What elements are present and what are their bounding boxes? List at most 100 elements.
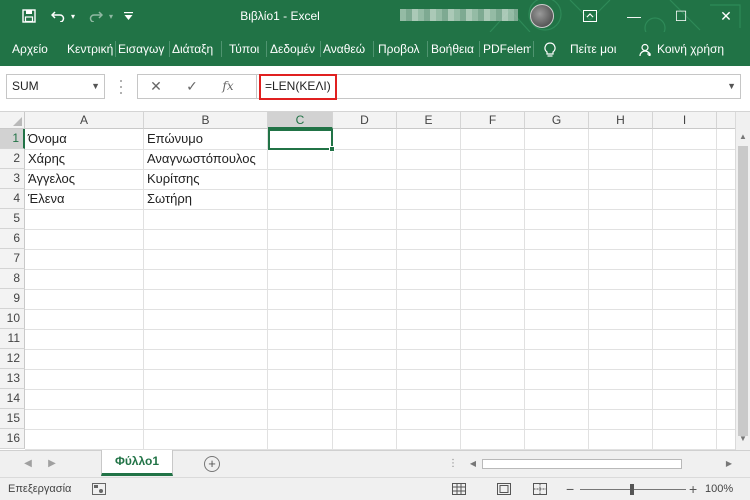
select-all-button[interactable] [0, 112, 25, 129]
sheet-next-icon[interactable]: ▶ [44, 455, 60, 473]
row-header-16[interactable]: 16 [0, 429, 25, 449]
name-box-dropdown-icon[interactable]: ▼ [91, 75, 100, 98]
status-mode: Επεξεργασία [8, 483, 72, 495]
row-header-14[interactable]: 14 [0, 389, 25, 409]
ribbon-display-icon[interactable] [578, 0, 602, 32]
tab-divider [533, 41, 534, 57]
macro-record-icon[interactable] [92, 483, 106, 495]
cell-b4[interactable]: Σωτήρη [144, 189, 267, 209]
tab-home[interactable]: Κεντρική [67, 32, 113, 66]
sheet-tab-1[interactable]: Φύλλο1 [101, 450, 173, 476]
horizontal-scrollbar[interactable]: ◀ ▶ [466, 457, 736, 471]
expand-formula-bar-icon[interactable]: ▼ [727, 75, 736, 98]
tab-insert[interactable]: Εισαγωγ [118, 32, 164, 66]
row-header-11[interactable]: 11 [0, 329, 25, 349]
share-button[interactable]: Κοινή χρήση [657, 32, 724, 66]
row-header-6[interactable]: 6 [0, 229, 25, 249]
maximize-button[interactable]: ☐ [669, 0, 693, 32]
row-header-13[interactable]: 13 [0, 369, 25, 389]
normal-view-icon[interactable] [452, 483, 466, 495]
row-header-3[interactable]: 3 [0, 169, 25, 189]
cell-a1[interactable]: Όνομα [25, 129, 143, 149]
row-header-15[interactable]: 15 [0, 409, 25, 429]
tab-file[interactable]: Αρχείο [12, 32, 48, 66]
column-header-i[interactable]: I [653, 112, 717, 129]
minimize-button[interactable]: — [622, 0, 646, 32]
enter-formula-button[interactable]: ✓ [178, 74, 206, 99]
tab-formulas[interactable]: Τύποι [229, 32, 259, 66]
tab-divider [320, 41, 321, 57]
vertical-scrollbar[interactable]: ▲ ▼ [735, 112, 750, 450]
column-header-b[interactable]: B [144, 112, 268, 129]
page-layout-view-icon[interactable] [497, 483, 511, 495]
cell-b2[interactable]: Αναγνωστόπουλος [144, 149, 267, 169]
tab-data[interactable]: Δεδομέν [270, 32, 315, 66]
tab-page-layout[interactable]: Διάταξη [172, 32, 213, 66]
gridline [25, 329, 735, 330]
worksheet-grid[interactable]: A B C D E F G H I 1 2 3 4 5 6 7 8 9 10 1… [0, 112, 735, 450]
zoom-out-button[interactable]: − [566, 478, 574, 500]
row-header-1[interactable]: 1 [0, 129, 25, 149]
sheet-prev-icon[interactable]: ◀ [20, 455, 36, 473]
page-break-view-icon[interactable] [533, 483, 547, 495]
close-button[interactable]: ✕ [714, 0, 738, 32]
fill-handle[interactable] [329, 146, 335, 152]
tell-me-search[interactable]: Πείτε μοι [570, 32, 616, 66]
tab-pdfelement[interactable]: PDFelem [483, 32, 531, 66]
horizontal-scroll-thumb[interactable] [482, 459, 682, 469]
formula-bar-resize-handle[interactable] [119, 78, 123, 96]
column-header-c[interactable]: C [268, 112, 333, 129]
cell-a2[interactable]: Χάρης [25, 149, 143, 169]
tab-help[interactable]: Βοήθεια [431, 32, 474, 66]
column-header-partial[interactable] [717, 112, 735, 129]
insert-function-button[interactable]: fx [214, 74, 242, 99]
vertical-scroll-thumb[interactable] [738, 146, 748, 436]
cancel-formula-button[interactable]: ✕ [142, 74, 170, 99]
add-sheet-button[interactable]: + [204, 456, 220, 472]
column-header-d[interactable]: D [333, 112, 397, 129]
column-header-e[interactable]: E [397, 112, 461, 129]
tab-view[interactable]: Προβολ [378, 32, 420, 66]
row-header-4[interactable]: 4 [0, 189, 25, 209]
scroll-right-icon[interactable]: ▶ [722, 457, 736, 471]
column-header-h[interactable]: H [589, 112, 653, 129]
row-header-2[interactable]: 2 [0, 149, 25, 169]
active-cell-c1[interactable] [268, 129, 335, 152]
formula-text-highlighted[interactable]: =LEN(ΚΕΛΙ) [259, 74, 337, 100]
zoom-level[interactable]: 100% [705, 478, 733, 500]
row-header-12[interactable]: 12 [0, 349, 25, 369]
gridline [25, 209, 735, 210]
name-box[interactable]: SUM ▼ [6, 74, 105, 99]
cell-a3[interactable]: Άγγελος [25, 169, 143, 189]
lightbulb-icon[interactable] [544, 32, 556, 66]
zoom-in-button[interactable]: + [689, 478, 697, 500]
cell-a4[interactable]: Έλενα [25, 189, 143, 209]
row-header-8[interactable]: 8 [0, 269, 25, 289]
person-icon[interactable] [639, 32, 653, 66]
gridline [25, 389, 735, 390]
zoom-slider-knob[interactable] [630, 484, 634, 495]
column-header-g[interactable]: G [525, 112, 589, 129]
scroll-left-icon[interactable]: ◀ [466, 457, 480, 471]
gridline [25, 249, 735, 250]
row-header-5[interactable]: 5 [0, 209, 25, 229]
tab-divider [221, 41, 222, 57]
scroll-down-icon[interactable]: ▼ [736, 432, 750, 446]
gridline [25, 309, 735, 310]
tab-divider [373, 41, 374, 57]
column-header-f[interactable]: F [461, 112, 525, 129]
avatar[interactable] [530, 4, 554, 28]
row-header-10[interactable]: 10 [0, 309, 25, 329]
column-header-a[interactable]: A [25, 112, 144, 129]
scroll-up-icon[interactable]: ▲ [736, 130, 750, 144]
tab-divider [169, 41, 170, 57]
cell-b3[interactable]: Κυρίτσης [144, 169, 267, 189]
row-header-9[interactable]: 9 [0, 289, 25, 309]
tab-split-handle-icon[interactable]: ⋮ [448, 458, 458, 469]
tab-divider [266, 41, 267, 57]
row-header-7[interactable]: 7 [0, 249, 25, 269]
gridline [25, 229, 735, 230]
tab-review[interactable]: Αναθεώ [323, 32, 365, 66]
gridline [25, 289, 735, 290]
cell-b1[interactable]: Επώνυμο [144, 129, 267, 149]
